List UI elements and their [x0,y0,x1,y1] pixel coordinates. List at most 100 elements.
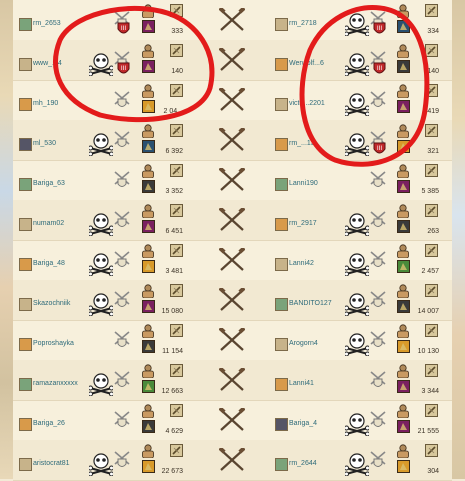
player-avatar[interactable] [19,378,32,391]
duel-row: Poproshayka 11 154 Arogorn4 10 130 [13,320,452,361]
left-player-name[interactable]: ramazanxxxxx [33,380,78,387]
scroll-icon [425,244,438,262]
right-player-name[interactable]: rm_...13 [289,140,315,147]
scroll-icon [170,164,183,182]
right-player-name[interactable]: rm_2644 [289,460,317,467]
skull-crossbones-icon [344,292,370,321]
right-player-name[interactable]: Bariga_4 [289,420,317,427]
player-avatar[interactable] [19,418,32,431]
player-avatar[interactable] [275,58,288,71]
left-player-name[interactable]: www_...4 [33,60,62,67]
swords-shield-icon [369,210,387,233]
player-avatar[interactable] [19,58,32,71]
right-border-art [452,0,465,479]
right-player-name[interactable]: Arogorn4 [289,340,318,347]
left-player-name[interactable]: aristocrat81 [33,460,70,467]
left-player-value: 333 [171,28,183,35]
right-player-value: 321 [427,148,439,155]
right-player-value: 3 344 [421,388,439,395]
right-player-value: 140 [427,68,439,75]
left-player-name[interactable]: rm_2653 [33,20,61,27]
right-player-name[interactable]: Lanni41 [289,380,314,387]
left-player-name[interactable]: Skazochniik [33,300,70,307]
left-player-value: 140 [171,68,183,75]
crossed-muskets-icon [218,86,246,117]
left-player-name[interactable]: ml_530 [33,140,56,147]
right-player-name[interactable]: rm_2917 [289,220,317,227]
scroll-icon [170,324,183,342]
swords-shield-icon [113,170,131,193]
swords-shield-icon [369,170,387,193]
scroll-icon [170,444,183,462]
player-avatar[interactable] [19,98,32,111]
crossed-muskets-icon [218,46,246,77]
right-player-name[interactable]: Lanni190 [289,180,318,187]
swords-shield-icon [113,410,131,433]
scroll-icon [170,44,183,62]
svg-text:III: III [377,145,383,152]
player-avatar[interactable] [19,218,32,231]
crossed-muskets-icon [218,166,246,197]
swords-shield-icon [369,290,387,313]
right-player-name[interactable]: victo...2201 [289,100,325,107]
player-avatar[interactable] [275,218,288,231]
player-avatar[interactable] [19,178,32,191]
duel-row: ramazanxxxxx 12 663 Lanni41 3 344 [13,360,452,401]
scroll-icon [425,324,438,342]
skull-crossbones-icon [344,332,370,361]
swords-shield-icon [113,130,131,153]
player-avatar[interactable] [275,338,288,351]
player-avatar[interactable] [19,458,32,471]
crossed-muskets-icon [218,446,246,477]
left-player-name[interactable]: numam02 [33,220,64,227]
right-player-name[interactable]: Lanni42 [289,260,314,267]
scroll-icon [170,124,183,142]
player-avatar[interactable] [275,178,288,191]
left-player-name[interactable]: mh_190 [33,100,58,107]
scroll-icon [425,84,438,102]
duel-row: mh_190 2 04... victo...2201 419 [13,80,452,121]
duel-row: ml_530 6 392 rm_...13 III 321 [13,120,452,161]
player-avatar[interactable] [275,298,288,311]
scroll-icon [425,124,438,142]
left-player-value: 3 352 [165,188,183,195]
scroll-icon [170,284,183,302]
right-player-name[interactable]: BANDITO127 [289,300,332,307]
left-player-name[interactable]: Bariga_48 [33,260,65,267]
right-player-name[interactable]: rm_2718 [289,20,317,27]
swords-shield-icon [369,370,387,393]
scroll-icon [425,444,438,462]
left-player-name[interactable]: Bariga_26 [33,420,65,427]
right-player-value: 10 130 [417,348,439,355]
left-player-name[interactable]: Bariga_63 [33,180,65,187]
duel-pairs-list: rm_2653 III 333 rm_2718 III 334 www_...4 … [13,0,452,481]
player-avatar[interactable] [19,258,32,271]
scroll-icon [170,84,183,102]
scroll-icon [170,364,183,382]
player-avatar[interactable] [19,18,32,31]
player-avatar[interactable] [275,18,288,31]
skull-crossbones-icon [88,452,114,481]
scroll-icon [170,404,183,422]
player-avatar[interactable] [275,418,288,431]
player-avatar[interactable] [275,458,288,471]
left-player-value: 11 154 [162,348,183,355]
duel-row: Bariga_48 3 481 Lanni42 2 457 [13,240,452,281]
swords-shield-icon [369,250,387,273]
right-player-value: 21 555 [417,428,439,435]
player-avatar[interactable] [19,338,32,351]
swords-shield-icon [369,330,387,353]
left-player-name[interactable]: Poproshayka [33,340,74,347]
player-avatar[interactable] [275,98,288,111]
skull-crossbones-icon [344,412,370,441]
player-avatar[interactable] [19,138,32,151]
player-avatar[interactable] [19,298,32,311]
swords-shield-icon [113,290,131,313]
player-avatar[interactable] [275,258,288,271]
right-player-value: 334 [427,28,439,35]
player-avatar[interactable] [275,138,288,151]
skull-crossbones-icon [88,252,114,281]
player-avatar[interactable] [275,378,288,391]
scroll-icon [425,364,438,382]
right-player-name[interactable]: Werwolf...6 [289,60,324,67]
